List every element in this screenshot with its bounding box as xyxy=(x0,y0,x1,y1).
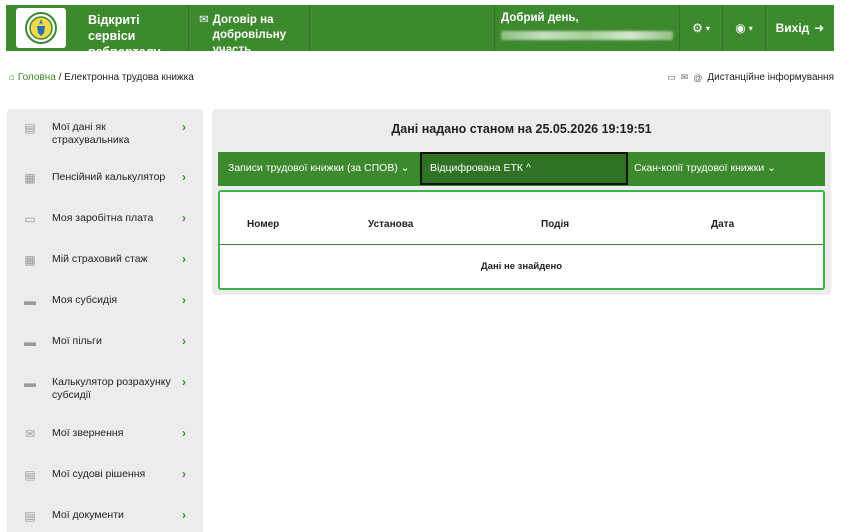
tab-scan-copies[interactable]: Скан-копії трудової книжки ⌄ xyxy=(628,152,825,186)
caret-down-icon: ▾ xyxy=(748,23,753,33)
column-header-date: Дата xyxy=(711,219,735,230)
top-bar: Відкриті сервіси вебпорталу ✉ Договір на… xyxy=(0,0,850,59)
gear-icon: ⚙ xyxy=(692,21,703,35)
folder-icon: ▬ xyxy=(24,294,36,308)
chevron-right-icon: › xyxy=(182,293,186,307)
mail-icon: ✉ xyxy=(24,427,36,441)
tab-digitized-etk[interactable]: Відцифрована ЕТК ^ xyxy=(420,152,628,185)
sidebar-item-salary[interactable]: ▭ Моя заробітна плата › xyxy=(7,211,203,227)
breadcrumb-separator: / xyxy=(55,72,65,83)
employment-record-panel: Дані надано станом на 25.05.2026 19:19:5… xyxy=(212,109,831,295)
sidebar: ▤ Мої дані як страхувальника › ▦ Пенсійн… xyxy=(7,109,203,532)
folder-icon: ▬ xyxy=(24,335,36,349)
column-header-number: Номер xyxy=(247,219,280,230)
chevron-right-icon: › xyxy=(182,467,186,481)
mail-icon: ✉ xyxy=(680,72,689,82)
sidebar-item-subsidy[interactable]: ▬ Моя субсидія › xyxy=(7,293,203,309)
sign-out-icon: ➜ xyxy=(814,21,825,35)
chevron-right-icon: › xyxy=(182,334,186,348)
header-spacer xyxy=(310,5,494,51)
sidebar-item-label: Мої звернення xyxy=(52,427,124,439)
chevron-right-icon: › xyxy=(182,211,186,225)
breadcrumb-current: Електронна трудова книжка xyxy=(64,72,194,83)
exit-button[interactable]: Вихід ➜ xyxy=(766,5,834,51)
calculator-icon: ▦ xyxy=(24,171,36,185)
remote-info-label: Дистанційне інформування xyxy=(707,72,834,83)
tab-sov-records[interactable]: Записи трудової книжки (за СПОВ) ⌄ xyxy=(218,152,420,186)
chevron-right-icon: › xyxy=(182,170,186,184)
contract-link[interactable]: ✉ Договір на добровільну участь xyxy=(189,5,309,56)
folder-icon: ▬ xyxy=(24,376,36,390)
sidebar-item-label: Моя субсидія xyxy=(52,294,118,306)
eye-icon: ◉ xyxy=(735,21,746,35)
chevron-right-icon: › xyxy=(182,426,186,440)
logo-link[interactable] xyxy=(6,5,76,51)
sidebar-item-label: Мої документи xyxy=(52,509,124,521)
wallet-icon: ▭ xyxy=(24,212,36,226)
greeting-text: Добрий день, xyxy=(501,12,579,24)
pension-fund-logo xyxy=(16,8,66,48)
sidebar-item-label: Калькулятор розрахунку субсидії xyxy=(52,376,171,401)
exit-label: Вихід xyxy=(775,21,810,35)
user-greeting: Добрий день, xyxy=(495,5,679,51)
chevron-right-icon: › xyxy=(182,375,186,389)
column-header-event: Подія xyxy=(541,219,570,230)
user-name-blurred xyxy=(501,31,673,40)
sidebar-item-subsidy-calculator[interactable]: ▬ Калькулятор розрахунку субсидії › xyxy=(7,376,203,402)
document-icon: ▤ xyxy=(24,121,36,135)
contract-link-label: Договір на добровільну участь xyxy=(212,14,287,56)
breadcrumb: ⌂ Головна / Електронна трудова книжка xyxy=(9,72,194,83)
sidebar-item-label: Мої дані як страхувальника xyxy=(52,121,130,146)
accessibility-dropdown[interactable]: ◉ ▾ xyxy=(723,5,765,51)
empty-table-message: Дані не знайдено xyxy=(480,261,563,272)
sidebar-item-insured-data[interactable]: ▤ Мої дані як страхувальника › xyxy=(7,121,203,147)
sidebar-item-label: Мої судові рішення xyxy=(52,468,146,480)
column-header-institution: Установа xyxy=(368,219,414,230)
document-icon: ▤ xyxy=(24,509,36,523)
record-tabs: Записи трудової книжки (за СПОВ) ⌄ Відци… xyxy=(218,152,825,186)
chevron-right-icon: › xyxy=(182,120,186,134)
monitor-icon: ▭ xyxy=(667,72,676,82)
table-header-row: Номер Установа Подія Дата xyxy=(220,192,823,245)
sidebar-item-label: Мій страховий стаж xyxy=(52,253,148,265)
caret-down-icon: ▾ xyxy=(705,23,710,33)
home-icon: ⌂ xyxy=(9,72,16,83)
sidebar-item-documents[interactable]: ▤ Мої документи › xyxy=(7,508,203,524)
chevron-right-icon: › xyxy=(182,508,186,522)
sidebar-item-benefits[interactable]: ▬ Мої пільги › xyxy=(7,334,203,350)
sidebar-item-label: Моя заробітна плата xyxy=(52,212,154,224)
sidebar-item-label: Мої пільги xyxy=(52,335,102,347)
breadcrumb-home[interactable]: Головна xyxy=(18,72,56,83)
sidebar-item-insurance-record[interactable]: ▦ Мій страховий стаж › xyxy=(7,252,203,268)
header: Відкриті сервіси вебпорталу ✉ Договір на… xyxy=(6,5,834,59)
sidebar-item-appeals[interactable]: ✉ Мої звернення › xyxy=(7,426,203,442)
sidebar-item-label: Пенсійний калькулятор xyxy=(52,171,166,183)
remote-info-link[interactable]: ▭ ✉ @ Дистанційне інформування xyxy=(667,72,834,83)
calendar-icon: ▦ xyxy=(24,253,36,267)
sidebar-item-pension-calculator[interactable]: ▦ Пенсійний калькулятор › xyxy=(7,170,203,186)
page-title: Дані надано станом на 25.05.2026 19:19:5… xyxy=(391,122,652,136)
settings-dropdown[interactable]: ⚙ ▾ xyxy=(680,5,722,51)
sidebar-item-court-decisions[interactable]: ▤ Мої судові рішення › xyxy=(7,467,203,483)
records-table: Номер Установа Подія Дата Дані не знайде… xyxy=(218,190,825,290)
at-icon: @ xyxy=(693,72,703,83)
envelope-icon: ✉ xyxy=(199,14,209,26)
document-icon: ▤ xyxy=(24,468,36,482)
chevron-right-icon: › xyxy=(182,252,186,266)
portal-title[interactable]: Відкриті сервіси вебпорталу xyxy=(76,5,188,59)
